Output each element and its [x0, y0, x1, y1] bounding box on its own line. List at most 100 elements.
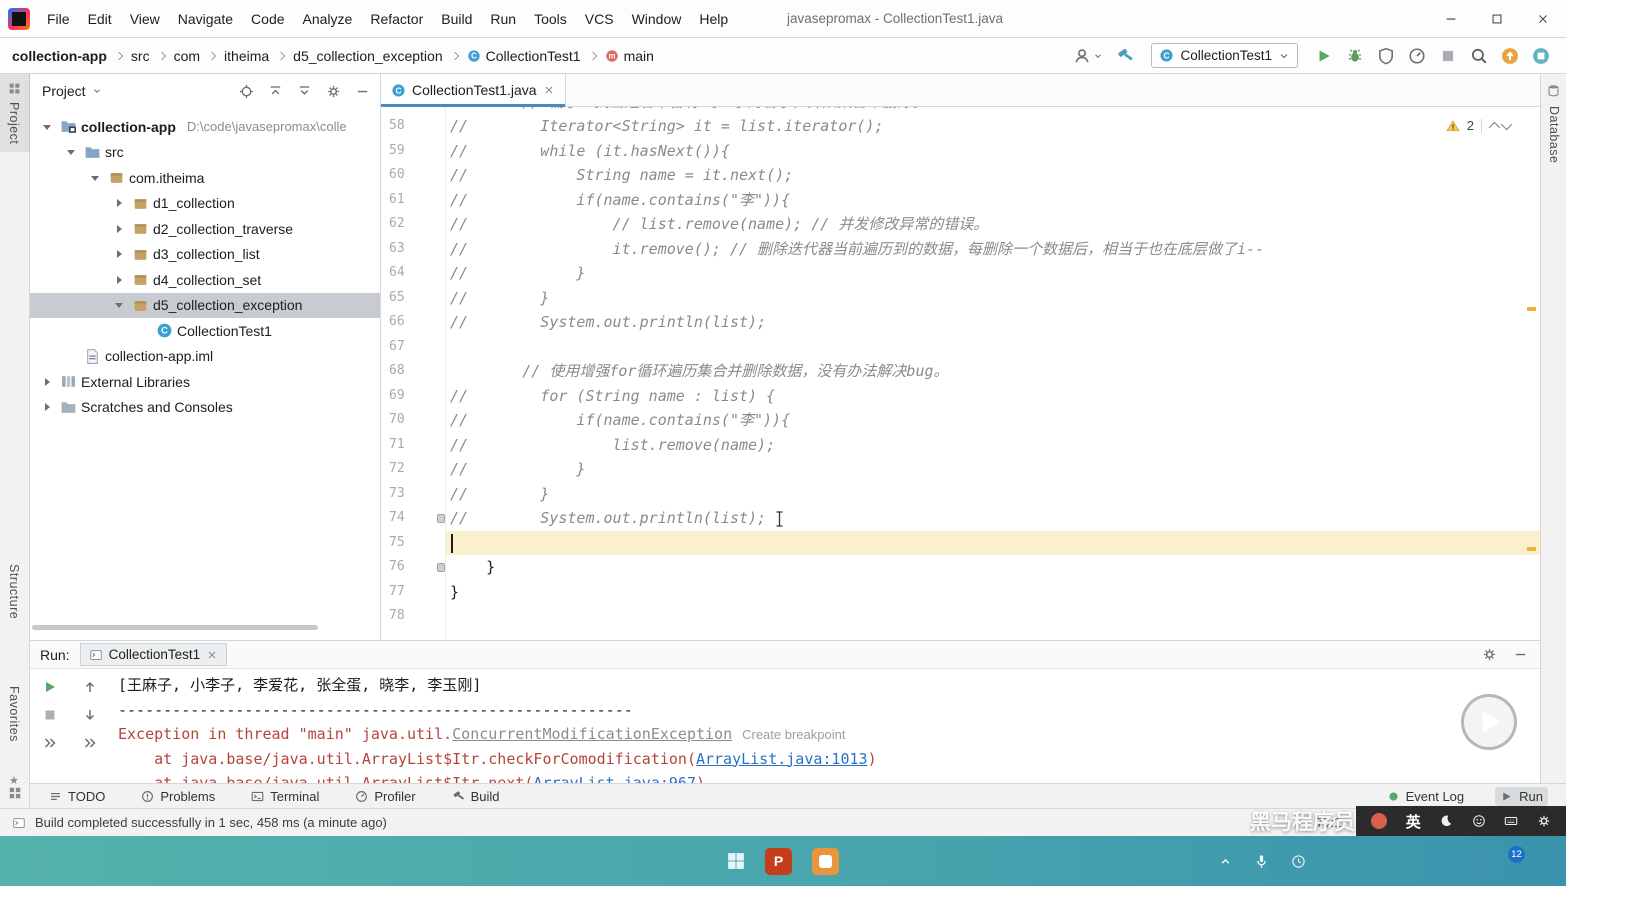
- code-line-58[interactable]: 58 // Iterator<String> it = list.iterator…: [381, 114, 1540, 139]
- tree-item-collection-app-iml[interactable]: collection-app.iml: [30, 344, 380, 370]
- toolwindow-run[interactable]: Run: [1495, 786, 1548, 806]
- ide-update-icon[interactable]: [1501, 47, 1519, 65]
- search-everywhere-button[interactable]: [1470, 47, 1488, 65]
- run-button[interactable]: [1315, 47, 1333, 65]
- tree-item-d2-collection-traverse[interactable]: d2_collection_traverse: [30, 216, 380, 242]
- menu-vcs[interactable]: VCS: [576, 0, 623, 37]
- run-tab-collectiontest1[interactable]: CollectionTest1: [79, 643, 228, 666]
- menu-tools[interactable]: Tools: [525, 0, 576, 37]
- settings-gear-icon[interactable]: [1482, 647, 1497, 662]
- code-line-64[interactable]: 64 // }: [381, 261, 1540, 286]
- tree-item-src[interactable]: src: [30, 140, 380, 166]
- horizontal-scrollbar[interactable]: [32, 625, 318, 630]
- chevron-collapsed-icon[interactable]: [112, 246, 128, 262]
- breadcrumb-com[interactable]: com: [174, 48, 200, 64]
- chevron-collapsed-icon[interactable]: [112, 195, 128, 211]
- app-icon[interactable]: [812, 847, 839, 875]
- chevron-expanded-icon[interactable]: [40, 119, 56, 135]
- code-line-78[interactable]: 78: [381, 604, 1540, 629]
- breadcrumb-src[interactable]: src: [131, 48, 150, 64]
- toolwindow-switcher-icon[interactable]: [8, 786, 22, 800]
- clock-icon[interactable]: [1291, 854, 1306, 869]
- close-button[interactable]: [1520, 0, 1566, 37]
- ime-logo-icon[interactable]: [1371, 813, 1388, 829]
- chevron-expanded-icon[interactable]: [88, 170, 104, 186]
- menu-navigate[interactable]: Navigate: [169, 0, 242, 37]
- breadcrumb-d5-collection-exception[interactable]: d5_collection_exception: [293, 48, 442, 64]
- moon-icon[interactable]: [1439, 814, 1453, 828]
- hide-panel-icon[interactable]: [355, 84, 370, 99]
- chevron-collapsed-icon[interactable]: [40, 374, 56, 390]
- toolwindow-todo[interactable]: TODO: [44, 787, 110, 806]
- code-line-76[interactable]: 76 }: [381, 555, 1540, 580]
- tree-item-d3-collection-list[interactable]: d3_collection_list: [30, 242, 380, 268]
- run-configuration-select[interactable]: C CollectionTest1: [1151, 43, 1298, 68]
- menu-analyze[interactable]: Analyze: [294, 0, 362, 37]
- menu-edit[interactable]: Edit: [79, 0, 121, 37]
- menu-file[interactable]: File: [38, 0, 79, 37]
- tree-item-external-libraries[interactable]: External Libraries: [30, 369, 380, 395]
- profile-button[interactable]: [1073, 47, 1103, 65]
- stacktrace-link[interactable]: ArrayList.java:1013: [696, 750, 868, 768]
- code-line-69[interactable]: 69 // for (String name : list) {: [381, 384, 1540, 409]
- debug-button[interactable]: [1346, 47, 1364, 65]
- code-line-70[interactable]: 70 // if(name.contains("李")){: [381, 408, 1540, 433]
- status-message[interactable]: Build completed successfully in 1 sec, 4…: [35, 815, 387, 830]
- tray-expand-icon[interactable]: [1219, 855, 1232, 868]
- chevron-collapsed-icon[interactable]: [112, 221, 128, 237]
- code-line-67[interactable]: 67: [381, 335, 1540, 360]
- exception-class-link[interactable]: ConcurrentModificationException: [452, 725, 732, 743]
- stripe-label-database[interactable]: Database: [1547, 106, 1561, 164]
- maximize-button[interactable]: [1474, 0, 1520, 37]
- menu-window[interactable]: Window: [623, 0, 691, 37]
- minimize-button[interactable]: [1428, 0, 1474, 37]
- code-line-65[interactable]: 65 // }: [381, 286, 1540, 311]
- tree-item-collection-app[interactable]: collection-app D:\code\javasepromax\colle: [30, 114, 380, 140]
- code-line-74[interactable]: 74 // System.out.println(list);: [381, 506, 1540, 531]
- project-panel-title[interactable]: Project: [42, 83, 86, 99]
- chevron-collapsed-icon[interactable]: [40, 399, 56, 415]
- stop-button[interactable]: [1439, 47, 1457, 65]
- plugin-circle-icon[interactable]: [1532, 47, 1550, 65]
- code-line-73[interactable]: 73 // }: [381, 482, 1540, 507]
- windows-start-icon[interactable]: [727, 852, 745, 870]
- code-line-62[interactable]: 62 // // list.remove(name); // 并发修改异常的错误。: [381, 212, 1540, 237]
- fold-handle-icon[interactable]: [437, 514, 445, 523]
- coverage-button[interactable]: [1377, 47, 1395, 65]
- stripe-label-project[interactable]: Project: [7, 102, 21, 144]
- run-console[interactable]: [王麻子, 小李子, 李爱花, 张全蛋, 晓李, 李玉刚] -----------…: [118, 669, 1540, 783]
- menu-build[interactable]: Build: [432, 0, 481, 37]
- error-stripe-mark[interactable]: [1527, 307, 1536, 311]
- more-options-icon[interactable]: [82, 735, 98, 751]
- tree-item-com-itheima[interactable]: com.itheima: [30, 165, 380, 191]
- menu-run[interactable]: Run: [481, 0, 525, 37]
- collapse-all-icon[interactable]: [268, 84, 283, 99]
- code-line-63[interactable]: 63 // it.remove(); // 删除迭代器当前遍历到的数据，每删除一个…: [381, 237, 1540, 262]
- code-line-66[interactable]: 66 // System.out.println(list);: [381, 310, 1540, 335]
- stripe-label-structure[interactable]: Structure: [7, 564, 21, 619]
- toolwindow-problems[interactable]: Problems: [136, 787, 220, 806]
- code-line-71[interactable]: 71 // list.remove(name);: [381, 433, 1540, 458]
- rerun-button[interactable]: [42, 679, 58, 695]
- editor-body[interactable]: // 需求：找出姓名中含有"李"字的名字，并从集合中删除。 58 // Itera…: [381, 107, 1540, 640]
- select-opened-file-icon[interactable]: [239, 84, 254, 99]
- toolwindow-profiler[interactable]: Profiler: [350, 787, 420, 806]
- code-line-68[interactable]: 68 // 使用增强for循环遍历集合并删除数据，没有办法解决bug。: [381, 359, 1540, 384]
- tree-item-scratches-and-consoles[interactable]: Scratches and Consoles: [30, 395, 380, 421]
- ime-settings-icon[interactable]: [1537, 814, 1551, 828]
- code-line-60[interactable]: 60 // String name = it.next();: [381, 163, 1540, 188]
- code-line-75[interactable]: 75: [381, 530, 1540, 555]
- toolwindow-build[interactable]: Build: [447, 787, 505, 806]
- microphone-icon[interactable]: [1254, 854, 1269, 869]
- hide-panel-icon[interactable]: [1513, 647, 1528, 662]
- video-play-overlay-icon[interactable]: [1461, 694, 1517, 750]
- code-line-61[interactable]: 61 // if(name.contains("李")){: [381, 188, 1540, 213]
- code-line-77[interactable]: 77}: [381, 580, 1540, 605]
- next-warning-icon[interactable]: [1500, 118, 1513, 130]
- error-stripe-mark[interactable]: [1527, 547, 1536, 551]
- breadcrumb-collection-app[interactable]: collection-app: [12, 48, 107, 64]
- editor-tab-collectiontest1[interactable]: C CollectionTest1.java: [381, 74, 566, 107]
- previous-warning-icon[interactable]: [1488, 121, 1501, 133]
- expand-all-icon[interactable]: [297, 84, 312, 99]
- chevron-collapsed-icon[interactable]: [112, 272, 128, 288]
